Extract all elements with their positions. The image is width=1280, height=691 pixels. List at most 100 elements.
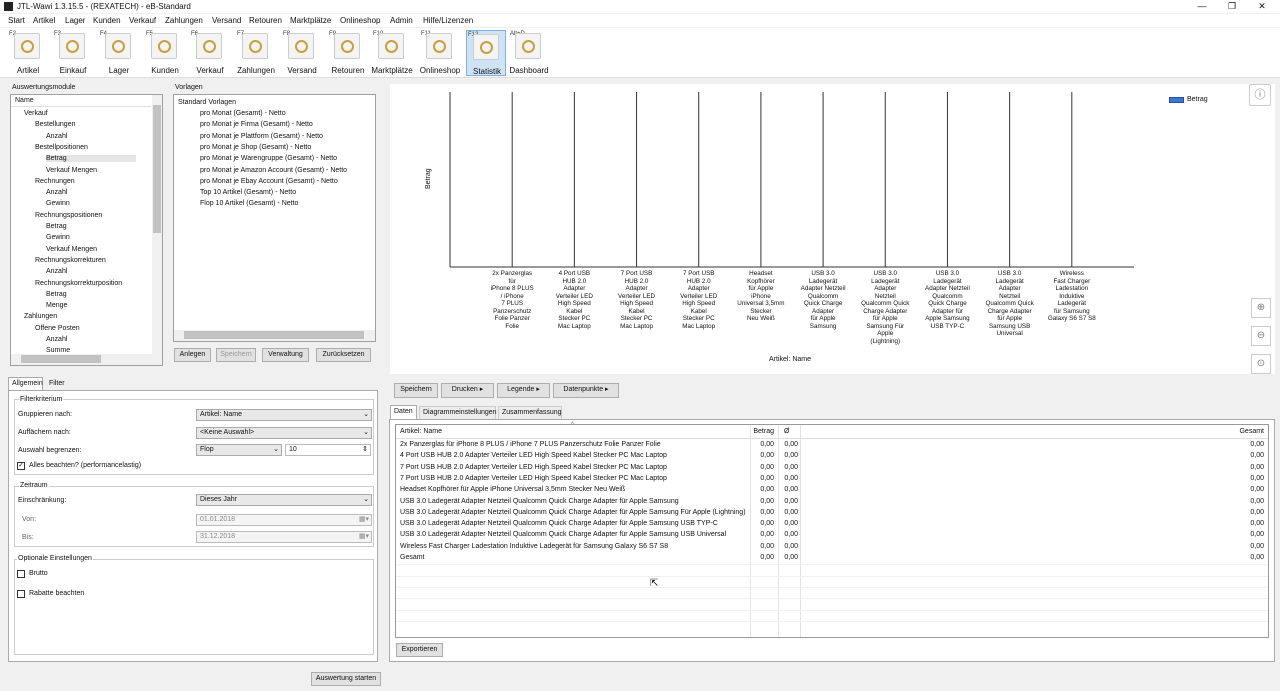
menu-verkauf[interactable]: Verkauf (129, 16, 156, 25)
table-row[interactable]: USB 3.0 Ladegerät Adapter Netzteil Qualc… (396, 519, 1268, 530)
table-row[interactable]: Headset Kopfhörer für Apple iPhone Unive… (396, 485, 1268, 496)
restore-button[interactable]: ❐ (1222, 0, 1242, 13)
menu-start[interactable]: Start (8, 16, 25, 25)
toolbar-artikel-button[interactable]: F2 Artikel (8, 30, 48, 76)
toolbar-verkauf-button[interactable]: F6 Verkauf (190, 30, 230, 76)
tree-item[interactable]: Anzahl (46, 336, 67, 343)
tree-item[interactable]: Rechnungskorrekturen (35, 257, 106, 264)
toolbar-lager-button[interactable]: F4 Lager (99, 30, 139, 76)
close-button[interactable]: ✕ (1252, 0, 1272, 13)
menu-artikel[interactable]: Artikel (33, 16, 55, 25)
table-row[interactable]: 7 Port USB HUB 2.0 Adapter Verteiler LED… (396, 463, 1268, 474)
table-row[interactable]: USB 3.0 Ladegerät Adapter Netzteil Qualc… (396, 530, 1268, 541)
from-date-input[interactable]: 01.01.2018 ▦▾ (196, 514, 372, 526)
tree-item[interactable]: Bestellungen (35, 121, 75, 128)
group-by-select[interactable]: Artikel: Name ⌄ (196, 409, 372, 421)
menu-hilfe[interactable]: Hilfe/Lizenzen (423, 16, 473, 25)
template-item[interactable]: pro Monat je Firma (Gesamt) - Netto (200, 121, 313, 128)
header-amount[interactable]: Betrag (752, 428, 774, 435)
template-item[interactable]: pro Monat je Ebay Account (Gesamt) - Net… (200, 178, 338, 185)
all-checkbox[interactable]: ✓ (17, 462, 25, 470)
menu-kunden[interactable]: Kunden (93, 16, 121, 25)
table-row[interactable]: Gesamt 0,00 0,00 0,00 (396, 553, 1268, 564)
tree-item[interactable]: Betrag (46, 223, 67, 230)
chart-save-button[interactable]: Speichern (394, 383, 438, 398)
tab-data[interactable]: Daten (390, 405, 417, 419)
template-root[interactable]: Standard Vorlagen (178, 99, 236, 106)
restrict-select[interactable]: Dieses Jahr ⌄ (196, 494, 372, 506)
tab-summary[interactable]: Zusammenfassung (498, 406, 562, 419)
tree-item[interactable]: Gewinn (46, 200, 70, 207)
add-template-button[interactable]: Anlegen (174, 348, 211, 362)
tree-item[interactable]: Betrag (46, 155, 136, 163)
tree-item[interactable]: Menge (46, 302, 67, 309)
toolbar-dashboard-button[interactable]: Alt+DDashboard (509, 30, 549, 76)
chart-datapoints-button[interactable]: Datenpunkte ▸ (553, 383, 619, 398)
split-select[interactable]: <Keine Auswahl> ⌄ (196, 427, 372, 439)
tree-item[interactable]: Zahlungen (24, 313, 57, 320)
toolbar-kunden-button[interactable]: F5 Kunden (145, 30, 185, 76)
tree-item[interactable]: Rechnungskorrekturposition (35, 280, 122, 287)
table-row[interactable]: Wireless Fast Charger Ladestation Indukt… (396, 542, 1268, 553)
toolbar-zahlungen-button[interactable]: F7 Zahlungen (236, 30, 276, 76)
tree-item[interactable]: Bestellpositionen (35, 144, 88, 151)
tree-item[interactable]: Betrag (46, 291, 67, 298)
limit-select[interactable]: Flop ⌄ (196, 444, 282, 456)
tab-chart-settings[interactable]: Diagrammeinstellungen (419, 406, 497, 419)
table-row[interactable]: 4 Port USB HUB 2.0 Adapter Verteiler LED… (396, 451, 1268, 462)
header-total[interactable]: Gesamt (1226, 428, 1264, 435)
reset-button[interactable]: Zurücksetzen (316, 348, 371, 362)
toolbar-statistik-button[interactable]: F12Statistik (466, 30, 506, 76)
table-row[interactable]: USB 3.0 Ladegerät Adapter Netzteil Qualc… (396, 508, 1268, 519)
tree-hscrollbar[interactable] (11, 354, 162, 365)
tree-item[interactable]: Rechnungspositionen (35, 212, 102, 219)
tree-item[interactable]: Anzahl (46, 133, 67, 140)
templates-hscrollbar[interactable] (174, 330, 375, 341)
menu-lager[interactable]: Lager (65, 16, 85, 25)
chart-print-button[interactable]: Drucken ▸ (441, 383, 494, 398)
tree-item[interactable]: Anzahl (46, 189, 67, 196)
template-item[interactable]: pro Monat je Amazon Account (Gesamt) - N… (200, 167, 347, 174)
menu-versand[interactable]: Versand (212, 16, 241, 25)
table-row[interactable]: 7 Port USB HUB 2.0 Adapter Verteiler LED… (396, 474, 1268, 485)
chart-legend-button[interactable]: Legende ▸ (497, 383, 550, 398)
save-template-button[interactable]: Speichern (216, 348, 256, 362)
tree-item[interactable]: Rechnungen (35, 178, 75, 185)
toolbar-retouren-button[interactable]: F9 Retouren (328, 30, 368, 76)
tab-filter[interactable]: Filter (46, 378, 68, 389)
template-item[interactable]: pro Monat (Gesamt) - Netto (200, 110, 286, 117)
toolbar-einkauf-button[interactable]: F3 Einkauf (53, 30, 93, 76)
gross-checkbox[interactable] (17, 570, 25, 578)
menu-retouren[interactable]: Retouren (249, 16, 282, 25)
menu-zahlungen[interactable]: Zahlungen (165, 16, 203, 25)
export-button[interactable]: Exportieren (396, 643, 443, 657)
tree-item[interactable]: Verkauf Mengen (46, 246, 97, 253)
template-item[interactable]: Flop 10 Artikel (Gesamt) - Netto (200, 200, 298, 207)
toolbar-marktplätze-button[interactable]: F10Marktplätze (371, 30, 412, 76)
template-item[interactable]: pro Monat je Shop (Gesamt) - Netto (200, 144, 311, 151)
menu-marktplaetze[interactable]: Marktplätze (290, 16, 331, 25)
template-item[interactable]: Top 10 Artikel (Gesamt) - Netto (200, 189, 296, 196)
zoom-reset-icon[interactable]: ⊙ (1251, 354, 1271, 374)
start-analysis-button[interactable]: Auswertung starten (311, 672, 381, 686)
tree-item[interactable]: Anzahl (46, 268, 67, 275)
tab-general[interactable]: Allgemein (8, 377, 43, 390)
tree-item[interactable]: Verkauf (24, 110, 48, 117)
menu-onlineshop[interactable]: Onlineshop (340, 16, 380, 25)
limit-count-input[interactable]: 10 ⇕ (285, 444, 371, 456)
zoom-out-icon[interactable]: ⊖ (1251, 326, 1271, 346)
toolbar-onlineshop-button[interactable]: F11Onlineshop (420, 30, 460, 76)
info-icon[interactable]: ⓘ (1249, 84, 1271, 106)
manage-templates-button[interactable]: Verwaltung (262, 348, 309, 362)
to-date-input[interactable]: 31.12.2018 ▦▾ (196, 531, 372, 543)
header-avg[interactable]: Ø (784, 428, 789, 435)
tree-item[interactable]: Verkauf Mengen (46, 167, 97, 174)
table-row[interactable]: 2x Panzerglas für iPhone 8 PLUS / iPhone… (396, 440, 1268, 451)
discount-checkbox[interactable] (17, 590, 25, 598)
tree-vscrollbar[interactable] (152, 95, 162, 354)
minimize-button[interactable]: — (1192, 0, 1212, 13)
tree-item[interactable]: Offene Posten (35, 325, 80, 332)
toolbar-versand-button[interactable]: F8 Versand (282, 30, 322, 76)
table-row[interactable]: USB 3.0 Ladegerät Adapter Netzteil Qualc… (396, 497, 1268, 508)
tree-item[interactable]: Gewinn (46, 234, 70, 241)
